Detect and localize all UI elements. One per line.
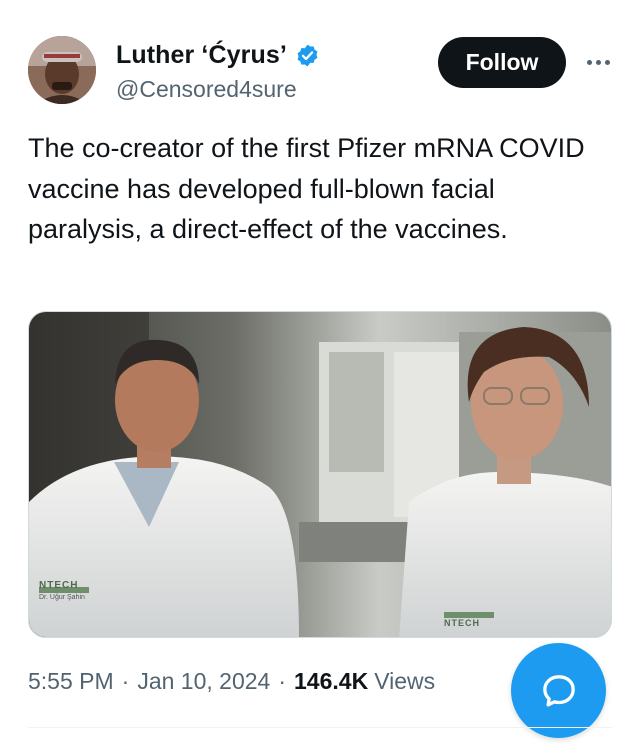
media-badge-left-name: Dr. Uğur Şahin	[39, 594, 85, 601]
views-label: Views	[374, 668, 436, 694]
tweet-date[interactable]: Jan 10, 2024	[137, 668, 270, 695]
author-name-row: Luther ‘Ćyrus’	[116, 41, 320, 70]
author-handle[interactable]: @Censored4sure	[116, 76, 297, 103]
tweet-text: The co-creator of the first Pfizer mRNA …	[28, 133, 585, 244]
author-avatar[interactable]	[28, 36, 96, 104]
divider	[28, 727, 612, 728]
more-horizontal-icon[interactable]	[580, 48, 616, 76]
tweet-media-photo[interactable]: NTECH Dr. Uğur Şahin NTECH	[28, 311, 612, 638]
views-count: 146.4K	[294, 668, 369, 694]
tweet-header: Luther ‘Ćyrus’ @Censored4sure Follow	[0, 0, 640, 120]
verified-badge-icon	[295, 43, 320, 68]
reply-bubble-icon	[542, 674, 575, 706]
more-dot	[604, 59, 610, 65]
user-avatar-photo	[28, 36, 96, 104]
tweet-time[interactable]: 5:55 PM	[28, 668, 114, 695]
more-dot	[595, 59, 601, 65]
meta-separator: ·	[278, 668, 287, 694]
reply-button[interactable]	[511, 643, 606, 738]
more-dot	[586, 59, 592, 65]
meta-separator: ·	[121, 668, 130, 694]
media-photo-image	[29, 312, 611, 637]
author-display-name[interactable]: Luther ‘Ćyrus’	[116, 41, 287, 70]
media-badge-right-logo: NTECH	[444, 618, 480, 628]
media-badge-left-logo: NTECH	[39, 580, 79, 591]
follow-button[interactable]: Follow	[438, 37, 566, 88]
tweet-meta: 5:55 PM · Jan 10, 2024 · 146.4K Views	[28, 668, 435, 695]
